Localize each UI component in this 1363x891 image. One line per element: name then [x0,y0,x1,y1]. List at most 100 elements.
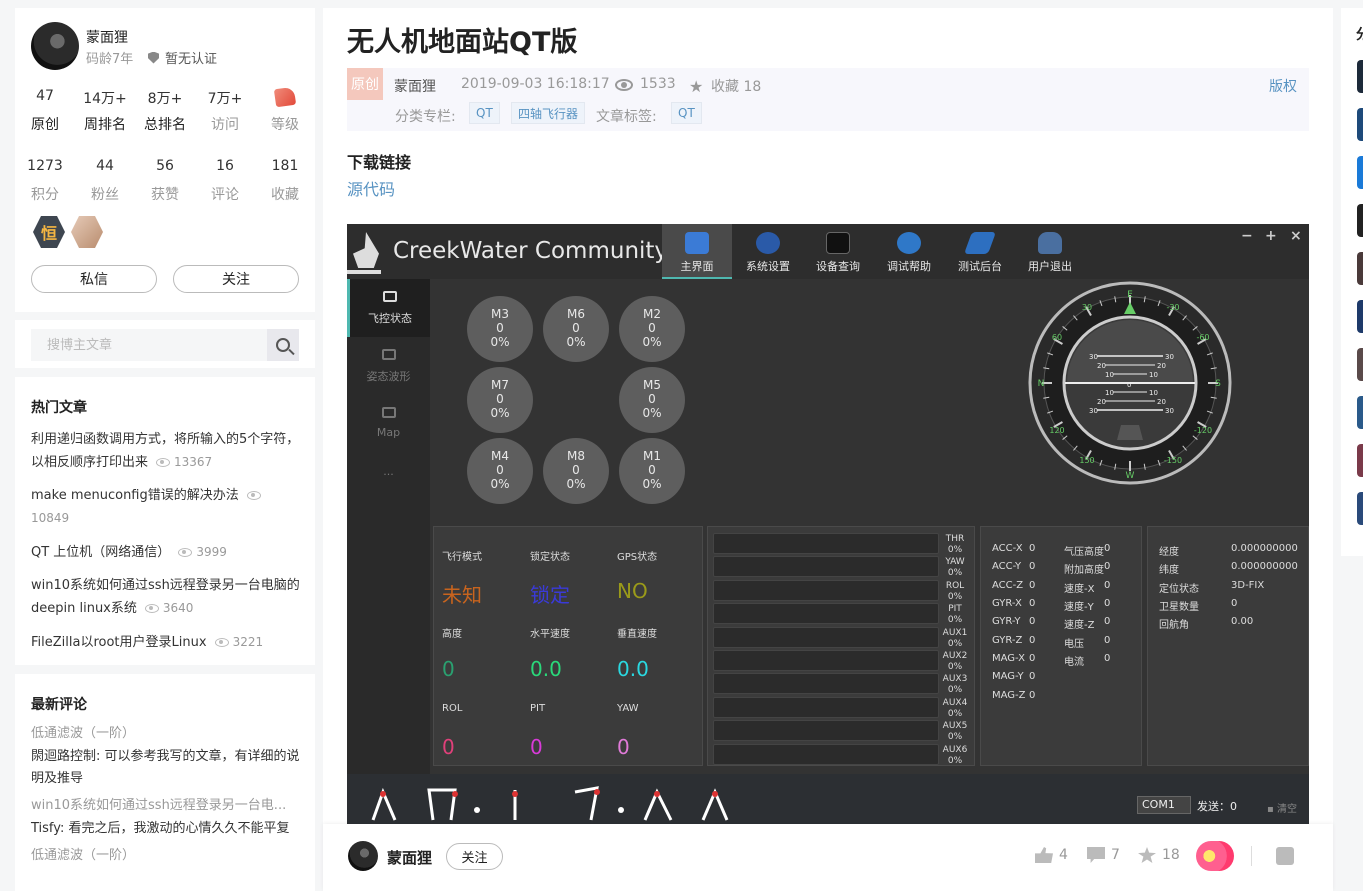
author-avatar[interactable] [31,22,79,70]
lock-status-value: 锁定 [530,583,570,607]
stat-comments: 16 评论 [211,158,239,203]
favorite-button[interactable]: 18 [1138,847,1180,863]
compass-m60: 60 [1052,333,1062,342]
channel-label: PIT 0% [947,604,963,626]
compass-n: N [1038,379,1045,389]
compass-e: E [1127,290,1133,300]
search-icon [276,338,290,352]
box-badge-icon[interactable] [71,216,103,248]
compass-m120: 120 [1049,426,1064,435]
svg-text:10: 10 [1149,371,1158,379]
follow-button[interactable]: 关注 [173,265,299,293]
rc-channels-panel: THR 0% YAW 0% ROL 0% PIT 0% AUX1 0% AUX2 0% AUX3 0% AU… [707,526,975,766]
stat-week-rank[interactable]: 14万+ 周排名 [75,88,135,134]
article-thumbnail[interactable] [1357,252,1363,285]
globe-icon [897,232,921,254]
share-icon[interactable] [1276,847,1294,865]
cert-status: 暂无认证 [148,48,217,67]
comment-icon [1087,847,1105,863]
blog-search [15,320,315,368]
copyright-link[interactable]: 版权 [1269,76,1297,96]
list-item[interactable]: 利用递归函数调用方式，将所输入的5个字符，以相反顺序打印出来 13367 [31,429,301,474]
app-side-more: ... [383,465,394,478]
monitor-icon [685,232,709,254]
toolbar-author-name[interactable]: 蒙面狸 [387,847,432,868]
list-item[interactable]: QT 上位机（网络通信） 3999 [31,541,301,564]
eye-icon [214,638,229,647]
article-thumbnail[interactable] [1357,300,1363,333]
article-toolbar: 蒙面狸 关注 4 7 18 [323,824,1333,891]
comment-article-link[interactable]: win10系统如何通过ssh远程登录另一台电... [31,796,301,816]
article-thumbnail[interactable] [1357,348,1363,381]
comment-article-link[interactable]: 低通滤波（一阶） [31,724,301,744]
mouse-icon [756,232,780,254]
list-item[interactable]: FileZilla以root用户登录Linux 3221 [31,631,301,654]
article-thumbnail[interactable] [1357,60,1363,93]
author-name[interactable]: 蒙面狸 [86,27,128,47]
channel-label: AUX2 0% [942,651,968,672]
comment-article-link[interactable]: 低通滤波（一阶） [31,846,301,866]
article-thumbnail[interactable] [1357,156,1363,189]
stat-likes: 56 获赞 [151,158,179,203]
app-tab-help: 调试帮助 [874,224,944,279]
meta-favorite[interactable]: 收藏 18 [711,76,761,96]
stat-fans: 44 粉丝 [91,158,119,203]
altitude-value: 0 [442,657,455,681]
svg-text:20: 20 [1157,362,1166,370]
channel-bar [713,556,939,578]
eye-icon [156,458,171,467]
sensor-panel: ACC-X 0 ACC-Y 0 ACC-Z 0 GYR-X 0 GYR-Y 0 GYR-Z… [980,526,1142,766]
list-item[interactable]: win10系统如何通过ssh远程登录另一台电脑的deepin linux系统 36… [31,575,301,620]
h-speed-value: 0.0 [530,657,562,681]
reward-button[interactable] [1196,841,1234,871]
map-icon [381,407,396,418]
search-input[interactable] [31,329,267,361]
author-avatar[interactable] [348,841,378,871]
private-message-button[interactable]: 私信 [31,265,157,293]
toolbar-follow-button[interactable]: 关注 [446,843,503,870]
stat-original[interactable]: 47 原创 [15,88,75,134]
yaw-value: 0 [617,735,630,759]
article-thumbnail[interactable] [1357,108,1363,141]
app-side-map: Map [347,395,430,453]
stat-total-rank[interactable]: 8万+ 总排名 [135,88,195,134]
motor-m2: M2 0 0% [619,296,685,362]
svg-text:20: 20 [1097,362,1106,370]
clear-label: ▪ 清空 [1267,804,1297,815]
channel-bar [713,743,939,765]
camera-icon [383,291,397,302]
channel-label: AUX6 0% [942,744,968,766]
meta-author[interactable]: 蒙面狸 [394,76,436,96]
list-item[interactable]: make menuconfig错误的解决办法10849 [31,485,301,530]
image-icon [381,349,396,360]
article-thumbnail[interactable] [1357,444,1363,477]
motor-m4: M4 0 0% [467,438,533,504]
shield-icon [148,51,159,64]
comment-button[interactable]: 7 [1087,847,1120,863]
category-tag-quadcopter[interactable]: 四轴飞行器 [511,102,586,124]
article-thumbnail[interactable] [1357,396,1363,429]
badges: 恒 [33,216,103,248]
article-tag-qt[interactable]: QT [671,102,702,124]
maximize-icon: + [1265,228,1277,244]
compass-30: -30 [1166,303,1179,312]
article-thumbnail[interactable] [1357,204,1363,237]
source-code-link[interactable]: 源代码 [347,176,395,200]
category-tag-qt[interactable]: QT [469,102,500,124]
comment-text: 閖迴路控制: 可以参考我写的文章，有详细的说明及推导 [31,749,300,786]
motor-m7: M7 0 0% [467,367,533,433]
svg-text:10: 10 [1105,371,1114,379]
app-tab-settings: 系统设置 [733,224,803,279]
persistence-badge-icon[interactable]: 恒 [33,216,65,248]
stat-favorites: 181 收藏 [271,158,299,203]
compass-w: W [1126,471,1135,481]
article-thumbnail[interactable] [1357,492,1363,525]
stat-level[interactable]: 等级 [255,86,315,134]
eye-icon [144,604,159,613]
svg-text:20: 20 [1157,398,1166,406]
eye-icon [615,79,633,91]
channel-bar [713,696,939,718]
like-button[interactable]: 4 [1035,847,1068,863]
search-button[interactable] [267,329,299,361]
motor-m8: M8 0 0% [543,438,609,504]
